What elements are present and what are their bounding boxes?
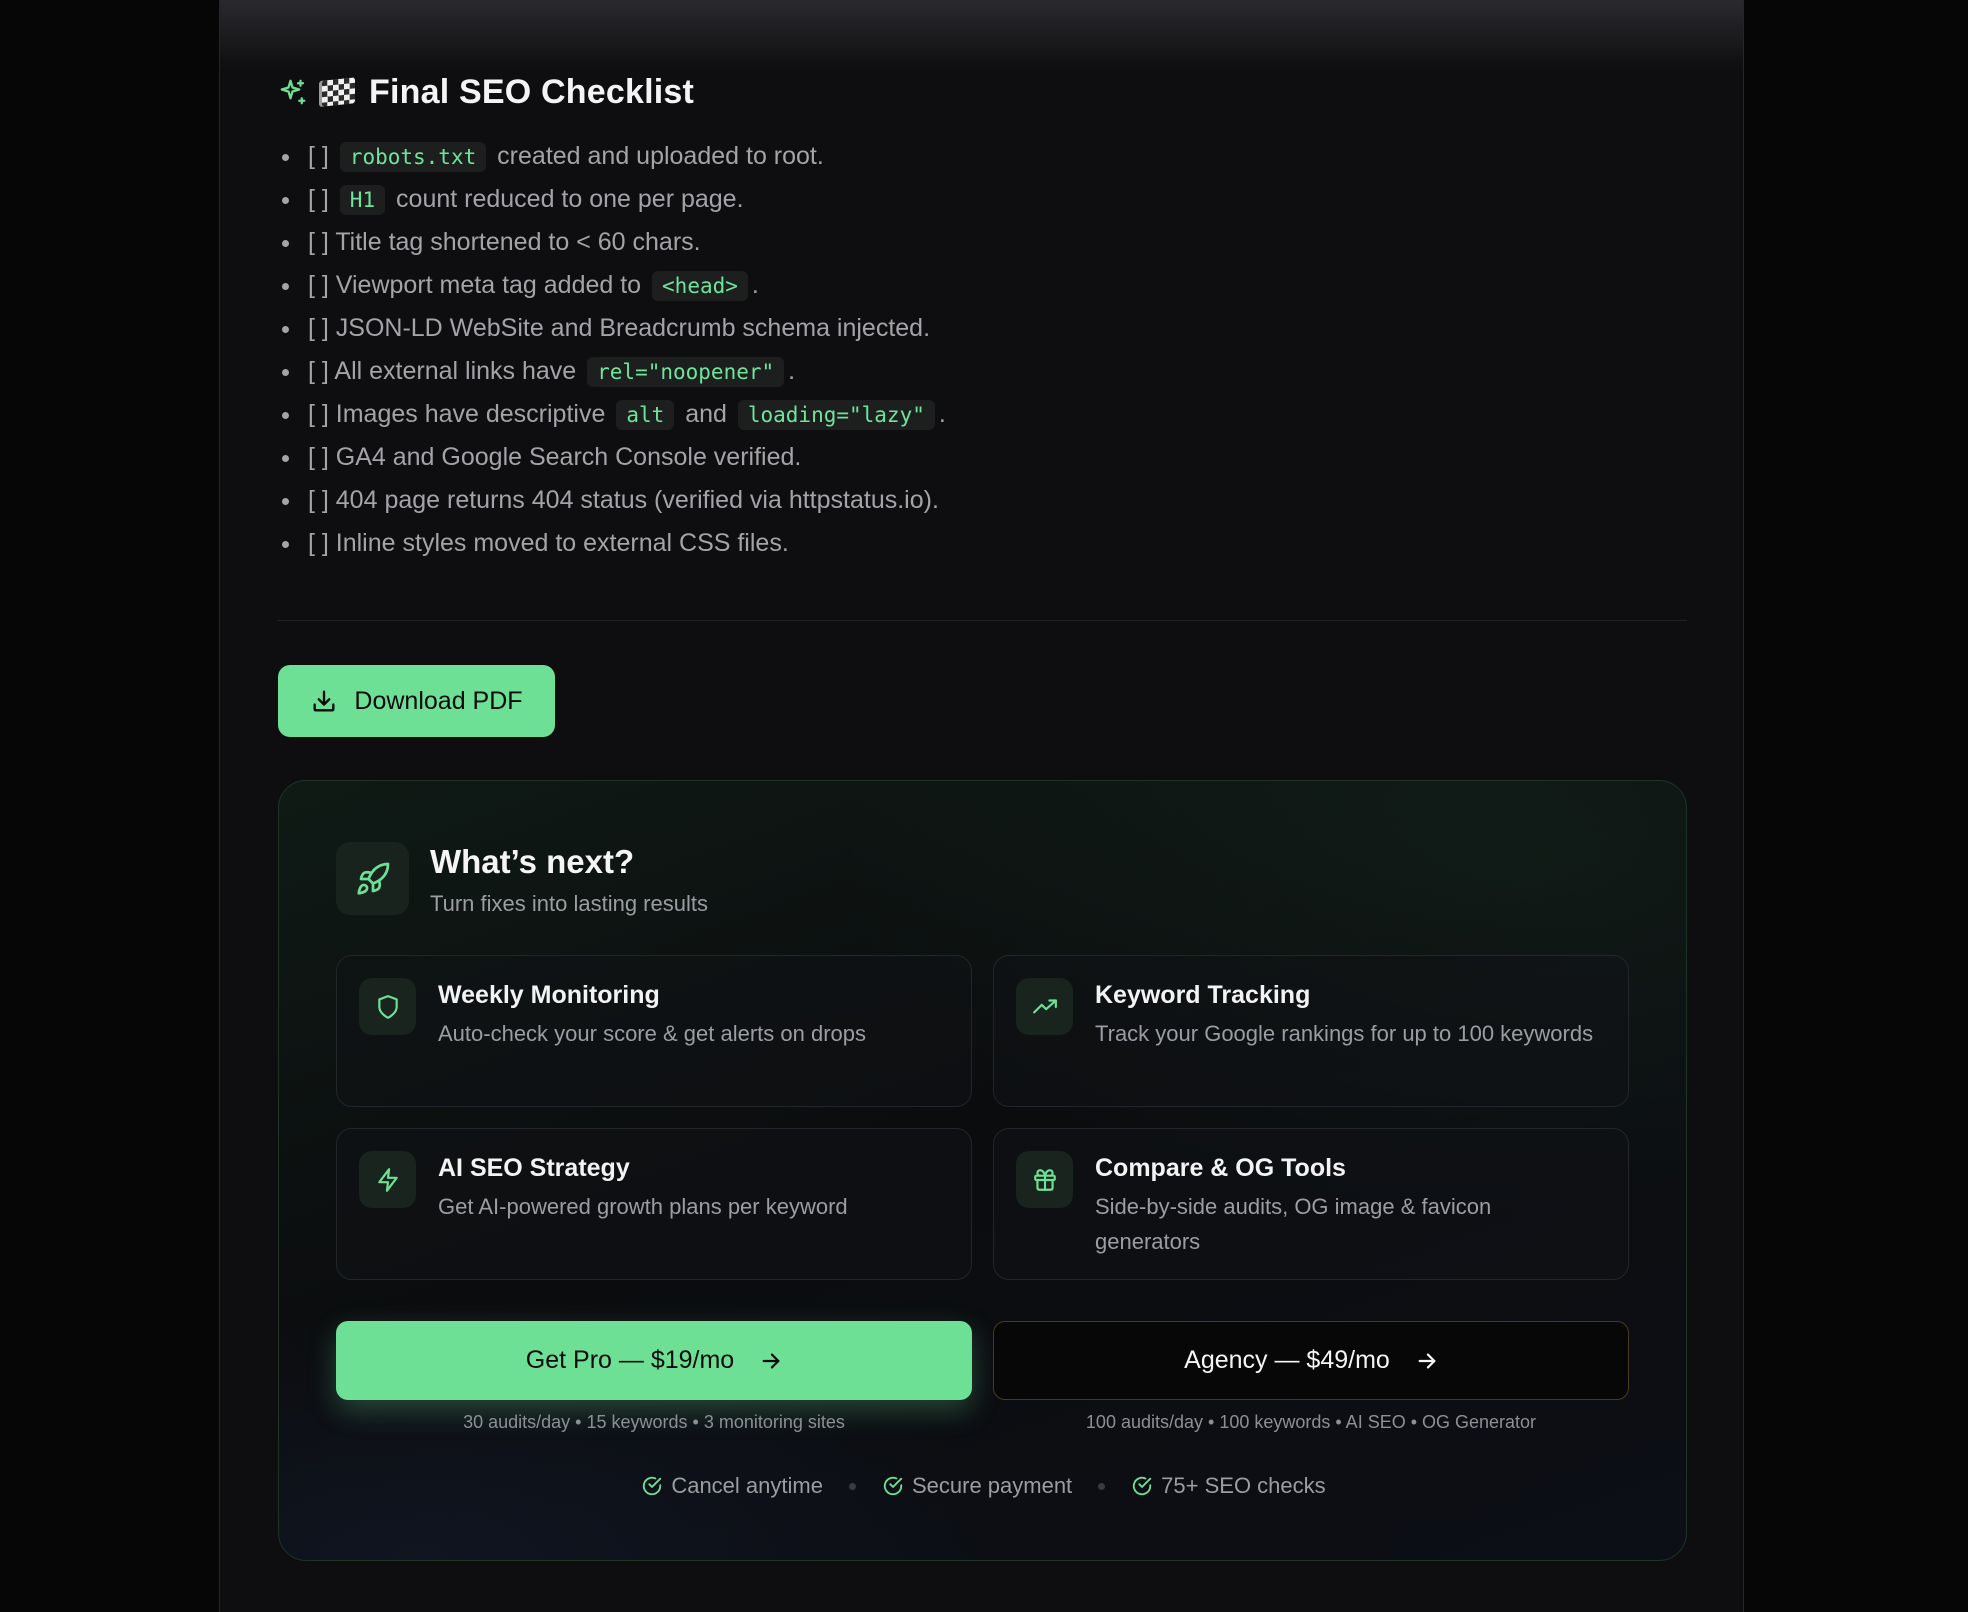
feature-icon-box [1016,1151,1073,1208]
agency-plan-note: 100 audits/day • 100 keywords • AI SEO •… [1085,1412,1537,1432]
rocket-icon [356,862,389,895]
trust-badges: Cancel anytime Secure payment 75+ SEO ch… [279,1473,1686,1499]
feature-weekly-monitoring: Weekly Monitoring Auto-check your score … [336,955,972,1107]
check-circle-icon [643,1476,662,1496]
checklist-item: [ ] Title tag shortened to < 60 chars. [282,221,946,264]
feature-description: Track your Google rankings for up to 100… [1095,1021,1594,1046]
feature-title: Compare & OG Tools [1095,1154,1346,1182]
whats-next-title: What’s next? [430,843,635,880]
code-snippet: H1 [339,185,386,215]
checklist-item: [ ] H1 count reduced to one per page. [282,178,946,221]
trust-item-cancel: Cancel anytime [641,1473,823,1499]
agency-plan-label: Agency — $49/mo [1184,1346,1390,1374]
arrow-right-icon [762,1352,780,1369]
feature-title: Keyword Tracking [1095,981,1311,1009]
get-pro-button[interactable]: Get Pro — $19/mo [336,1321,972,1400]
code-snippet: rel="noopener" [587,357,785,387]
checklist-heading: Final SEO Checklist [278,70,694,114]
content-panel: Final SEO Checklist [ ] robots.txt creat… [219,0,1744,1612]
gift-icon [1033,1168,1056,1191]
check-circle-icon [883,1476,903,1496]
code-snippet: <head> [652,271,748,301]
checklist-item: [ ] Images have descriptive alt and load… [282,393,946,436]
feature-icon-box [359,1151,416,1208]
checklist-item: [ ] All external links have rel="noopene… [282,350,946,393]
feature-title: Weekly Monitoring [438,981,660,1009]
checkered-flag-icon [322,77,355,107]
download-pdf-button[interactable]: Download PDF [278,665,555,737]
feature-description: Side-by-side audits, OG image & favicon … [1095,1194,1492,1254]
shield-icon [377,994,398,1019]
separator-dot [848,1482,856,1490]
download-icon [313,690,335,712]
checklist-item: [ ] Inline styles moved to external CSS … [282,522,946,565]
pro-plan-note: 30 audits/day • 15 keywords • 3 monitori… [463,1412,845,1432]
section-divider [278,620,1687,621]
panel-top-shade [220,0,1743,70]
download-pdf-label: Download PDF [354,686,523,715]
get-pro-label: Get Pro — $19/mo [525,1346,735,1374]
trust-item-secure: Secure payment [882,1473,1072,1499]
checklist-item: [ ] robots.txt created and uploaded to r… [282,135,946,178]
feature-description: Auto-check your score & get alerts on dr… [438,1021,866,1046]
feature-icon-box [359,978,416,1035]
checklist-title: Final SEO Checklist [369,72,695,111]
whats-next-subtitle: Turn fixes into lasting results [430,891,708,916]
rocket-icon-box [336,842,409,915]
checklist-item: [ ] GA4 and Google Search Console verifi… [282,436,946,479]
checklist-item: [ ] 404 page returns 404 status (verifie… [282,479,946,522]
code-snippet: loading="lazy" [737,400,935,430]
feature-description: Get AI-powered growth plans per keyword [438,1194,848,1219]
trust-item-checks: 75+ SEO checks [1131,1473,1326,1499]
feature-title: AI SEO Strategy [438,1154,630,1182]
feature-ai-seo-strategy: AI SEO Strategy Get AI-powered growth pl… [336,1128,972,1280]
arrow-right-icon [1418,1352,1436,1369]
checklist-item: [ ] JSON-LD WebSite and Breadcrumb schem… [282,307,946,350]
trending-up-icon [1032,998,1057,1013]
whats-next-card: What’s next? Turn fixes into lasting res… [278,780,1687,1561]
zap-icon [377,1167,398,1192]
feature-keyword-tracking: Keyword Tracking Track your Google ranki… [993,955,1629,1107]
feature-icon-box [1016,978,1073,1035]
agency-plan-button[interactable]: Agency — $49/mo [993,1321,1629,1400]
checklist: [ ] robots.txt created and uploaded to r… [278,135,946,565]
separator-dot [1098,1482,1106,1490]
check-circle-icon [1133,1476,1152,1496]
code-snippet: alt [616,400,675,430]
code-snippet: robots.txt [339,142,487,172]
checklist-item: [ ] Viewport meta tag added to <head>. [282,264,946,307]
sparkle-icon [280,79,306,105]
feature-compare-og-tools: Compare & OG Tools Side-by-side audits, … [993,1128,1629,1280]
